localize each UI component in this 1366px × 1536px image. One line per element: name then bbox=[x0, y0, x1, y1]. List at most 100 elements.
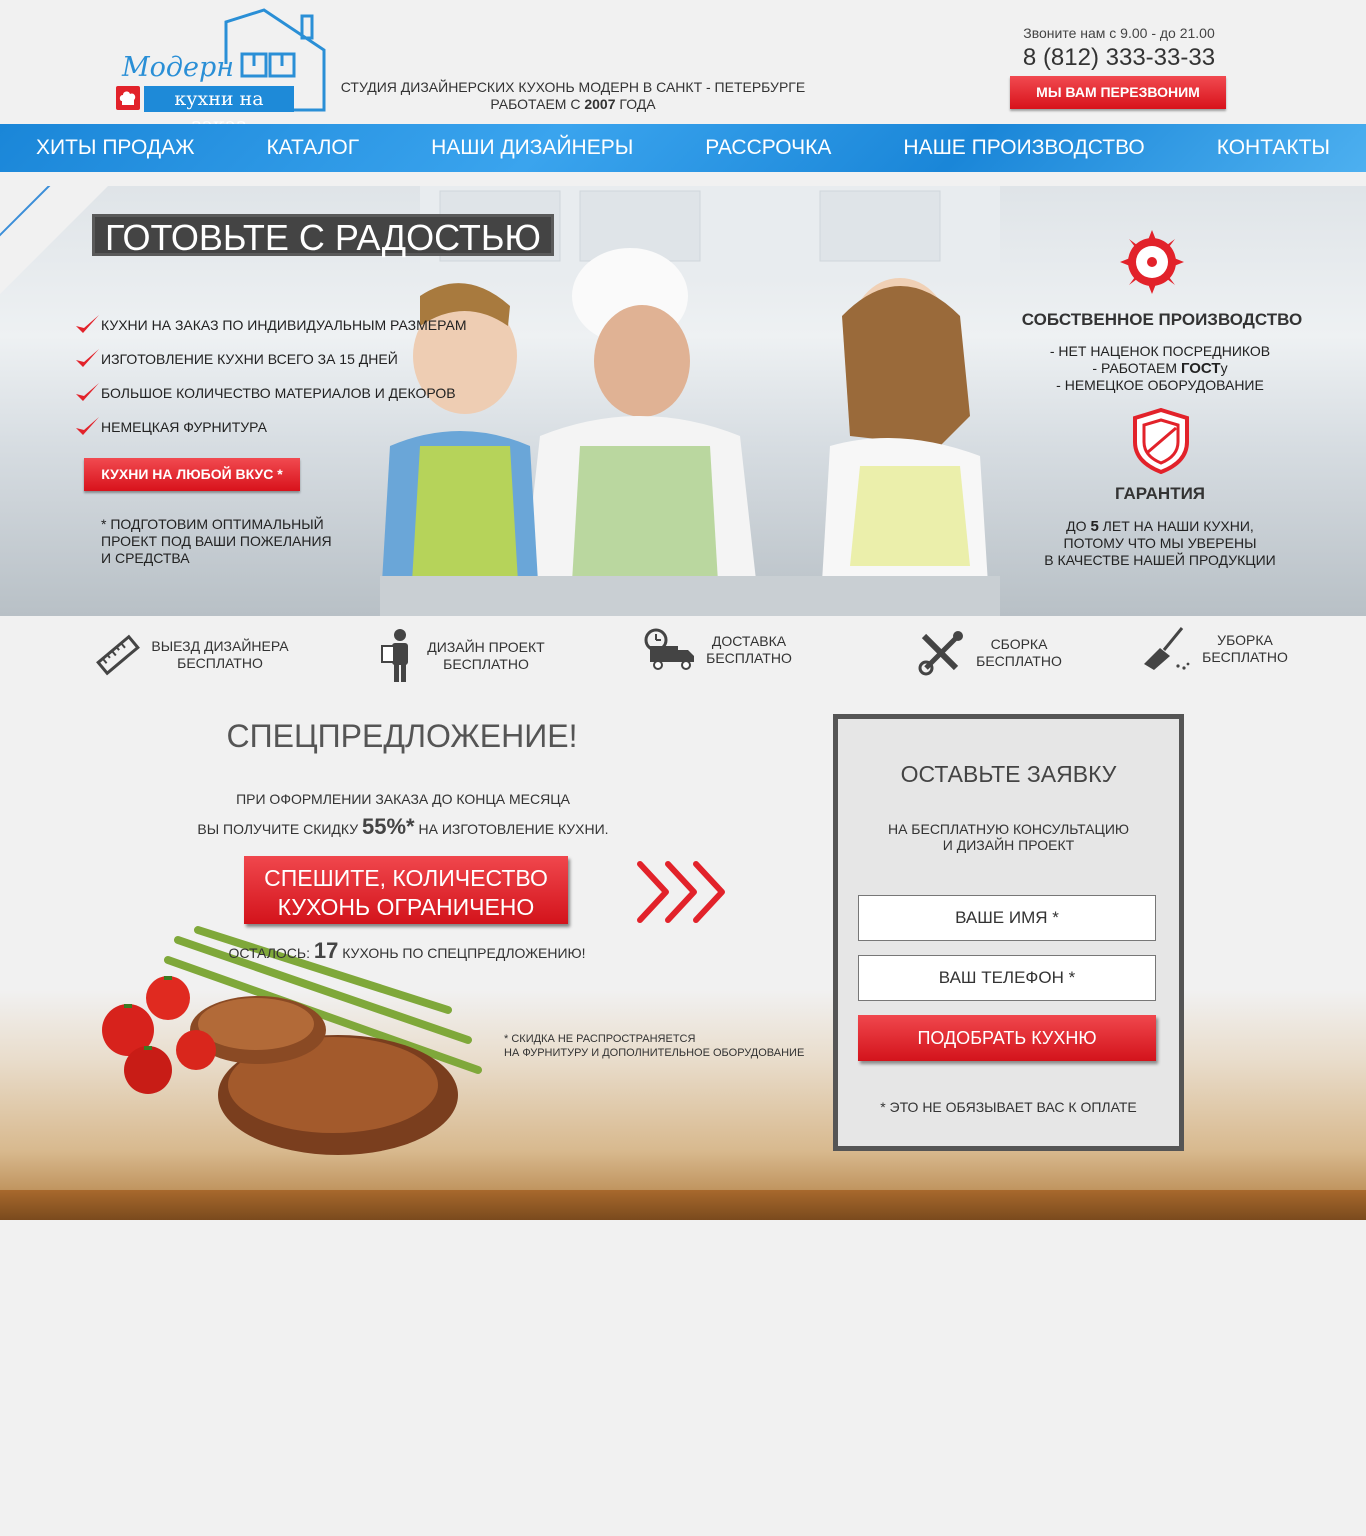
hero-footnote: * ПОДГОТОВИМ ОПТИМАЛЬНЫЙ ПРОЕКТ ПОД ВАШИ… bbox=[101, 516, 351, 567]
submit-button[interactable]: ПОДОБРАТЬ КУХНЮ bbox=[858, 1015, 1156, 1061]
guarantee-line1-suffix: ЛЕТ НА НАШИ КУХНИ, bbox=[1098, 518, 1254, 534]
form-subtitle: НА БЕСПЛАТНУЮ КОНСУЛЬТАЦИЮ И ДИЗАЙН ПРОЕ… bbox=[838, 821, 1179, 853]
feature-line2: БЕСПЛАТНО bbox=[443, 656, 529, 672]
form-title: ОСТАВЬТЕ ЗАЯВКУ bbox=[900, 761, 1117, 787]
production-line: - НЕМЕЦКОЕ ОБОРУДОВАНИЕ bbox=[1056, 377, 1264, 393]
logo-script: Модерн bbox=[122, 52, 235, 83]
studio-tagline: СТУДИЯ ДИЗАЙНЕРСКИХ КУХОНЬ МОДЕРН В САНК… bbox=[330, 79, 816, 113]
list-item: КУХНИ НА ЗАКАЗ ПО ИНДИВИДУАЛЬНЫМ РАЗМЕРА… bbox=[74, 308, 467, 342]
feature-line1: УБОРКА bbox=[1217, 632, 1273, 648]
checkmark-icon bbox=[76, 417, 99, 435]
feature-line1: ДИЗАЙН ПРОЕКТ bbox=[427, 639, 545, 655]
special-offer-text: ПРИ ОФОРМЛЕНИИ ЗАКАЗА ДО КОНЦА МЕСЯЦА ВЫ… bbox=[140, 785, 666, 843]
checkmark-icon bbox=[76, 315, 99, 333]
checkmark-icon bbox=[76, 349, 99, 367]
fine-line: * СКИДКА НЕ РАСПРОСТРАНЯЕТСЯ bbox=[504, 1033, 696, 1045]
saw-blade-icon bbox=[1120, 230, 1184, 294]
broom-icon bbox=[1144, 627, 1190, 670]
production-line: - НЕТ НАЦЕНОК ПОСРЕДНИКОВ bbox=[1049, 343, 1271, 359]
form-sub-line: И ДИЗАЙН ПРОЕКТ bbox=[942, 837, 1075, 853]
guarantee-line1-prefix: ДО bbox=[1066, 518, 1091, 534]
guarantee-years: 5 bbox=[1090, 518, 1099, 535]
header: Модерн кухни на заказ СТУДИЯ ДИЗАЙНЕРСКИ… bbox=[0, 0, 1366, 136]
call-hours: Звоните нам с 9.00 - до 21.00 bbox=[1023, 25, 1215, 41]
discount-fine-print: * СКИДКА НЕ РАСПРОСТРАНЯЕТСЯ НА ФУРНИТУР… bbox=[504, 1032, 804, 1060]
feature-line2: БЕСПЛАТНО bbox=[1202, 649, 1288, 665]
guarantee-line: ПОТОМУ ЧТО МЫ УВЕРЕНЫ bbox=[1063, 535, 1257, 551]
benefits-list: КУХНИ НА ЗАКАЗ ПО ИНДИВИДУАЛЬНЫМ РАЗМЕРА… bbox=[74, 308, 467, 444]
benefit-text: КУХНИ НА ЗАКАЗ ПО ИНДИВИДУАЛЬНЫМ РАЗМЕРА… bbox=[101, 317, 467, 333]
name-input[interactable] bbox=[858, 895, 1156, 941]
feature-line1: СБОРКА bbox=[990, 636, 1048, 652]
benefit-text: НЕМЕЦКАЯ ФУРНИТУРА bbox=[101, 419, 267, 435]
request-form: ОСТАВЬТЕ ЗАЯВКУ НА БЕСПЛАТНУЮ КОНСУЛЬТАЦ… bbox=[833, 714, 1184, 1151]
logo-subtitle: кухни на заказ bbox=[144, 86, 294, 136]
tools-icon bbox=[918, 631, 963, 676]
nav-item-catalog[interactable]: КАТАЛОГ bbox=[266, 136, 359, 160]
list-item: БОЛЬШОЕ КОЛИЧЕСТВО МАТЕРИАЛОВ И ДЕКОРОВ bbox=[74, 376, 467, 410]
discount-value: 55%* bbox=[362, 814, 415, 839]
truck-icon bbox=[644, 628, 694, 670]
feature-line1: ВЫЕЗД ДИЗАЙНЕРА bbox=[151, 638, 289, 654]
guarantee-title: ГАРАНТИЯ bbox=[1114, 484, 1206, 503]
form-note: * ЭТО НЕ ОБЯЗЫВАЕТ ВАС К ОПЛАТЕ bbox=[880, 1099, 1137, 1115]
production-title: СОБСТВЕННОЕ ПРОИЗВОДСТВО bbox=[1021, 310, 1303, 329]
offer-line2-prefix: ВЫ ПОЛУЧИТЕ СКИДКУ bbox=[197, 821, 362, 837]
nav-item-designers[interactable]: НАШИ ДИЗАЙНЕРЫ bbox=[431, 136, 633, 160]
chevron-right-arrows-icon bbox=[637, 861, 725, 923]
guarantee-line: В КАЧЕСТВЕ НАШЕЙ ПРОДУКЦИИ bbox=[1044, 552, 1276, 568]
feature-text: ДИЗАЙН ПРОЕКТ БЕСПЛАТНО bbox=[426, 639, 546, 673]
remaining-counter: ОСТАЛОСЬ: 17 КУХОНЬ ПО СПЕЦПРЕДЛОЖЕНИЮ! bbox=[200, 938, 614, 964]
ruler-icon bbox=[96, 634, 140, 676]
chef-hat-icon bbox=[116, 86, 140, 110]
hurry-button[interactable]: СПЕШИТЕ, КОЛИЧЕСТВО КУХОНЬ ОГРАНИЧЕНО bbox=[244, 856, 568, 924]
phone-number[interactable]: 8 (812) 333-33-33 bbox=[1006, 44, 1232, 72]
remaining-count: 17 bbox=[313, 938, 339, 963]
designer-icon bbox=[381, 629, 408, 682]
shield-icon bbox=[1133, 408, 1189, 474]
feature-delivery: ДОСТАВКА БЕСПЛАТНО bbox=[644, 628, 794, 672]
phone-input[interactable] bbox=[858, 955, 1156, 1001]
list-item: НЕМЕЦКАЯ ФУРНИТУРА bbox=[74, 410, 467, 444]
production-line: - РАБОТАЕМ ГОСТу bbox=[1010, 360, 1310, 377]
feature-designer-visit: ВЫЕЗД ДИЗАЙНЕРА БЕСПЛАТНО bbox=[94, 632, 290, 678]
hurry-line2: КУХОНЬ ОГРАНИЧЕНО bbox=[277, 893, 535, 920]
feature-design-project: ДИЗАЙН ПРОЕКТ БЕСПЛАТНО bbox=[380, 628, 546, 684]
callback-button[interactable]: МЫ ВАМ ПЕРЕЗВОНИМ bbox=[1010, 76, 1226, 109]
hurry-line1: СПЕШИТЕ, КОЛИЧЕСТВО bbox=[264, 864, 548, 891]
offer-line1: ПРИ ОФОРМЛЕНИИ ЗАКАЗА ДО КОНЦА МЕСЯЦА bbox=[236, 791, 570, 807]
offer-line2-suffix: НА ИЗГОТОВЛЕНИЕ КУХНИ. bbox=[414, 821, 609, 837]
feature-assembly: СБОРКА БЕСПЛАТНО bbox=[918, 630, 1064, 676]
production-line2-suffix: у bbox=[1220, 360, 1228, 376]
remaining-prefix: ОСТАЛОСЬ: bbox=[228, 945, 314, 961]
nav-item-hits[interactable]: ХИТЫ ПРОДАЖ bbox=[36, 136, 194, 160]
special-offer-title: СПЕЦПРЕДЛОЖЕНИЕ! bbox=[226, 718, 578, 754]
list-item: ИЗГОТОВЛЕНИЕ КУХНИ ВСЕГО ЗА 15 ДНЕЙ bbox=[74, 342, 467, 376]
note-line: ПРОЕКТ ПОД ВАШИ ПОЖЕЛАНИЯ bbox=[101, 533, 332, 549]
logo[interactable]: Модерн кухни на заказ bbox=[114, 6, 332, 136]
feature-text: УБОРКА БЕСПЛАТНО bbox=[1200, 632, 1290, 666]
production-line2-prefix: - РАБОТАЕМ bbox=[1092, 360, 1181, 376]
main-nav: ХИТЫ ПРОДАЖ КАТАЛОГ НАШИ ДИЗАЙНЕРЫ РАССР… bbox=[0, 124, 1366, 172]
nav-item-production[interactable]: НАШЕ ПРОИЗВОДСТВО bbox=[903, 136, 1144, 160]
tagline-year: 2007 bbox=[584, 96, 616, 112]
feature-line1: ДОСТАВКА bbox=[711, 633, 787, 649]
feature-line2: БЕСПЛАТНО bbox=[177, 655, 263, 671]
nav-item-installments[interactable]: РАССРОЧКА bbox=[705, 136, 831, 160]
fine-line: НА ФУРНИТУРУ И ДОПОЛНИТЕЛЬНОЕ ОБОРУДОВАН… bbox=[504, 1047, 805, 1059]
guarantee-line: ДО 5 ЛЕТ НА НАШИ КУХНИ, bbox=[1030, 518, 1290, 535]
feature-text: ВЫЕЗД ДИЗАЙНЕРА БЕСПЛАТНО bbox=[150, 638, 290, 672]
tagline-line1: СТУДИЯ ДИЗАЙНЕРСКИХ КУХОНЬ МОДЕРН В САНК… bbox=[340, 79, 806, 95]
tagline-suffix: ГОДА bbox=[615, 96, 656, 112]
benefit-text: ИЗГОТОВЛЕНИЕ КУХНИ ВСЕГО ЗА 15 ДНЕЙ bbox=[101, 351, 398, 367]
features-bar: ВЫЕЗД ДИЗАЙНЕРА БЕСПЛАТНО ДИЗАЙН ПРОЕКТ … bbox=[0, 620, 1366, 700]
any-taste-button[interactable]: КУХНИ НА ЛЮБОЙ ВКУС * bbox=[84, 458, 300, 491]
feature-line2: БЕСПЛАТНО bbox=[976, 653, 1062, 669]
note-line: И СРЕДСТВА bbox=[101, 550, 190, 566]
nav-item-contacts[interactable]: КОНТАКТЫ bbox=[1217, 136, 1330, 160]
hero-banner: ГОТОВЬТЕ С РАДОСТЬЮ КУХНИ НА ЗАКАЗ ПО ИН… bbox=[0, 186, 1366, 616]
hero-title: ГОТОВЬТЕ С РАДОСТЬЮ bbox=[92, 214, 554, 258]
checkmark-icon bbox=[76, 383, 99, 401]
feature-line2: БЕСПЛАТНО bbox=[706, 650, 792, 666]
feature-cleaning: УБОРКА БЕСПЛАТНО bbox=[1142, 626, 1290, 672]
